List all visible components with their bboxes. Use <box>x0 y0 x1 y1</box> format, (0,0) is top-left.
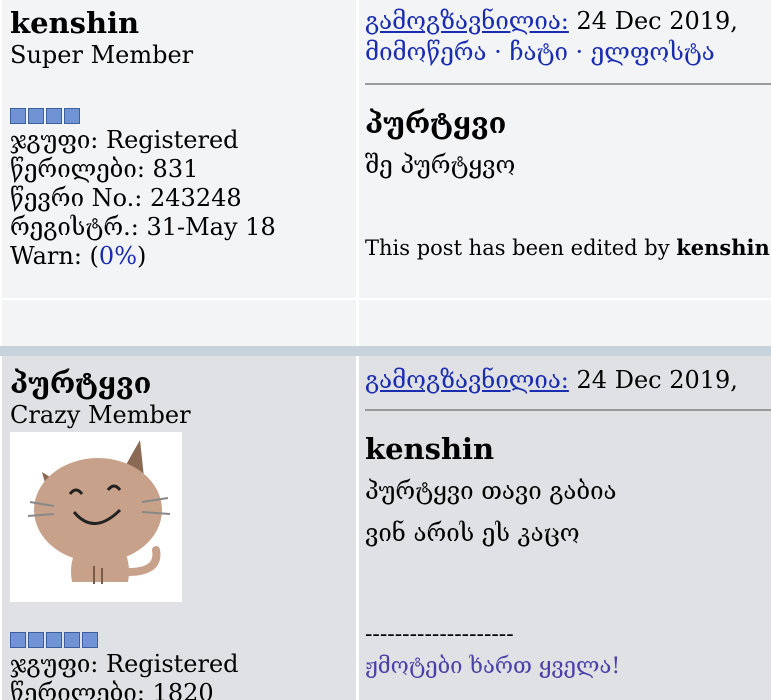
post-body-line: შე პურტყვო <box>365 151 516 179</box>
post-purtkvi: პურტყვი Crazy Member ჯგუფი: Registered წ… <box>0 356 771 700</box>
email-link[interactable]: ელფოსტა <box>591 38 715 66</box>
cat-avatar-icon <box>10 432 182 602</box>
author-reg-date: რეგისტრ.: 31-May 18 <box>10 213 276 241</box>
rank-pip <box>10 108 26 124</box>
author-post-count: წერილები: 831 <box>10 155 199 183</box>
quoted-author: პურტყვი <box>365 106 507 140</box>
post-permalink[interactable]: გამოგზავნილია: <box>365 366 569 394</box>
author-warn: Warn: (0%) <box>10 242 147 270</box>
column-divider <box>356 356 359 700</box>
author-post-count: წერილები: 1820 <box>10 679 214 700</box>
rank-pip <box>46 108 62 124</box>
rank-pip <box>10 632 26 648</box>
post-body-line: პურტყვი თავი გაბია <box>365 477 617 505</box>
post-kenshin: kenshin Super Member ჯგუფი: Registered წ… <box>0 0 771 346</box>
rank-pip <box>28 108 44 124</box>
signature: ჟმოტები ხართ ყველა! <box>365 654 621 679</box>
avatar <box>10 432 182 602</box>
post-permalink[interactable]: გამოგზავნილია: <box>365 7 569 35</box>
post-date: 24 Dec 2019, <box>576 366 738 394</box>
rank-pips <box>10 632 355 648</box>
post-separator <box>0 346 771 356</box>
rank-pip <box>82 632 98 648</box>
post-body-line: ვინ არის ეს კაცო <box>365 519 580 547</box>
post-content: გამოგზავნილია: 24 Dec 2019, მიმოწერა · ჩ… <box>365 0 771 260</box>
rank-pip <box>64 108 80 124</box>
author-panel: პურტყვი Crazy Member ჯგუფი: Registered წ… <box>10 356 355 700</box>
post-meta: გამოგზავნილია: 24 Dec 2019, <box>365 365 771 396</box>
chat-link[interactable]: ჩატი <box>509 38 567 66</box>
row-divider <box>2 298 771 300</box>
rank-pip <box>46 632 62 648</box>
post-content: გამოგზავნილია: 24 Dec 2019, kenshin პურტ… <box>365 356 771 679</box>
rank-pip <box>64 632 80 648</box>
edit-note: This post has been edited by kenshin <box>365 235 770 260</box>
author-rank: Super Member <box>10 41 194 69</box>
signature-divider: -------------------- <box>365 622 514 647</box>
author-name[interactable]: kenshin <box>10 6 355 40</box>
author-group: ჯგუფი: Registered <box>10 650 239 678</box>
author-group: ჯგუფი: Registered <box>10 126 239 154</box>
author-name[interactable]: პურტყვი <box>10 366 355 400</box>
author-panel: kenshin Super Member ჯგუფი: Registered წ… <box>10 0 355 271</box>
post-header-rule <box>365 409 771 411</box>
rank-pip <box>28 632 44 648</box>
post-date: 24 Dec 2019, <box>576 7 738 35</box>
author-rank: Crazy Member <box>10 401 191 429</box>
post-header-rule <box>365 83 771 85</box>
pm-link[interactable]: მიმოწერა <box>365 38 487 66</box>
contact-links: მიმოწერა · ჩატი · ელფოსტა <box>365 38 715 66</box>
column-divider <box>356 0 359 346</box>
author-member-no: წევრი No.: 243248 <box>10 184 242 212</box>
warn-level-link[interactable]: 0% <box>99 242 137 270</box>
rank-pips <box>10 108 355 124</box>
quoted-author: kenshin <box>365 432 495 466</box>
post-meta: გამოგზავნილია: 24 Dec 2019, <box>365 6 771 37</box>
